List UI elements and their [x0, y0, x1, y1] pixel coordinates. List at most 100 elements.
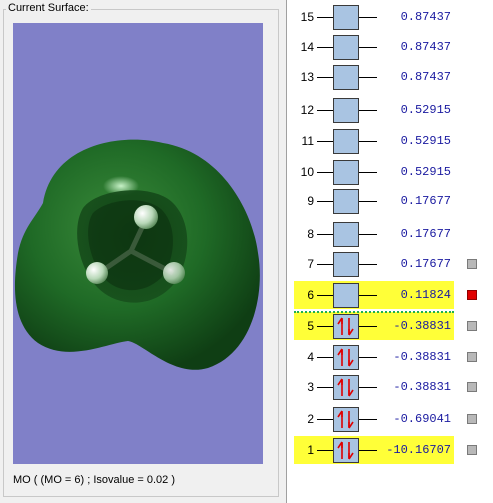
mo-selected-marker[interactable]	[467, 290, 477, 300]
mo-number: 12	[300, 103, 314, 117]
mo-level-line	[317, 110, 333, 111]
mo-level-box[interactable]	[333, 160, 359, 185]
mo-select-marker[interactable]	[467, 445, 477, 455]
mo-select-marker[interactable]	[467, 259, 477, 269]
mo-row[interactable]: 1 -10.16707	[287, 436, 493, 469]
mo-energy: -0.38831	[393, 319, 451, 333]
surface-caption: MO ( (MO = 6) ; Isovalue = 0.02 )	[13, 474, 175, 486]
mo-energy: 0.17677	[400, 227, 451, 241]
mo-level-line	[359, 450, 377, 451]
mo-energy: 0.52915	[400, 103, 451, 117]
mo-level-line	[317, 77, 333, 78]
mo-energy: 0.52915	[400, 165, 451, 179]
mo-row[interactable]: 9 0.17677	[287, 187, 493, 220]
mo-level-box[interactable]	[333, 5, 359, 30]
mo-level-box[interactable]	[333, 345, 359, 370]
mo-number: 2	[307, 412, 314, 426]
mo-level-line	[317, 357, 333, 358]
mo-level-box[interactable]	[333, 407, 359, 432]
mo-energy: -10.16707	[386, 443, 451, 457]
mo-level-line	[317, 172, 333, 173]
mo-number: 14	[300, 40, 314, 54]
mo-level-box[interactable]	[333, 438, 359, 463]
mo-row[interactable]: 7 0.17677	[287, 250, 493, 283]
mo-level-box[interactable]	[333, 222, 359, 247]
mo-energy: -0.69041	[393, 412, 451, 426]
mo-number: 10	[300, 165, 314, 179]
mo-level-line	[359, 141, 377, 142]
mo-level-line	[359, 326, 377, 327]
mo-level-box[interactable]	[333, 65, 359, 90]
mo-energy: -0.38831	[393, 380, 451, 394]
mo-level-line	[317, 47, 333, 48]
mo-level-line	[359, 264, 377, 265]
mo-number: 8	[307, 227, 314, 241]
mo-energy: 0.87437	[400, 10, 451, 24]
mo-level-line	[317, 234, 333, 235]
surface-panel-title: Current Surface:	[6, 2, 91, 15]
mo-level-line	[317, 17, 333, 18]
mo-energy: 0.87437	[400, 70, 451, 84]
mo-level-box[interactable]	[333, 98, 359, 123]
mo-level-line	[359, 387, 377, 388]
mo-level-line	[359, 110, 377, 111]
mo-number: 3	[307, 380, 314, 394]
mo-level-box[interactable]	[333, 35, 359, 60]
mo-energy: 0.17677	[400, 194, 451, 208]
mo-energy: 0.11824	[400, 288, 451, 302]
mo-level-box[interactable]	[333, 375, 359, 400]
mo-level-line	[317, 295, 333, 296]
homo-lumo-divider	[294, 311, 454, 313]
mo-level-line	[359, 172, 377, 173]
mo-row[interactable]: 11 0.52915	[287, 127, 493, 160]
mo-level-line	[359, 295, 377, 296]
mo-row[interactable]: 14 0.87437	[287, 33, 493, 66]
mo-level-box[interactable]	[333, 283, 359, 308]
mo-row[interactable]: 8 0.17677	[287, 220, 493, 253]
mo-level-line	[317, 450, 333, 451]
mo-level-line	[317, 141, 333, 142]
mo-select-marker[interactable]	[467, 321, 477, 331]
mo-level-line	[317, 201, 333, 202]
mo-number: 1	[307, 443, 314, 457]
mo-energy-diagram: 15 0.87437 14 0.87437 13 0.87437 12 0.52915 11 0.…	[286, 0, 493, 503]
mo-level-line	[317, 387, 333, 388]
mo-energy: 0.17677	[400, 257, 451, 271]
mo-row[interactable]: 3 -0.38831	[287, 373, 493, 406]
mo-row[interactable]: 4 -0.38831	[287, 343, 493, 376]
surface-panel: Current Surface: MO ((MO = 6) ; Isovalu…	[0, 0, 283, 503]
mo-level-line	[359, 201, 377, 202]
mo-level-box[interactable]	[333, 129, 359, 154]
mo-number: 9	[307, 194, 314, 208]
mo-level-line	[317, 264, 333, 265]
molecule-viewport[interactable]	[13, 23, 263, 464]
orbital-surface-render	[14, 139, 260, 370]
mo-row[interactable]: 15 0.87437	[287, 3, 493, 36]
mo-level-box[interactable]	[333, 189, 359, 214]
mo-select-marker[interactable]	[467, 352, 477, 362]
mo-row[interactable]: 12 0.52915	[287, 96, 493, 129]
mo-level-box[interactable]	[333, 314, 359, 339]
mo-level-line	[317, 326, 333, 327]
mo-level-line	[359, 357, 377, 358]
mo-number: 6	[307, 288, 314, 302]
mo-row[interactable]: 2 -0.69041	[287, 405, 493, 438]
mo-level-line	[359, 419, 377, 420]
mo-number: 13	[300, 70, 314, 84]
mo-energy: -0.38831	[393, 350, 451, 364]
mo-level-line	[359, 77, 377, 78]
mo-level-box[interactable]	[333, 252, 359, 277]
mo-energy: 0.87437	[400, 40, 451, 54]
mo-number: 5	[307, 319, 314, 333]
mo-number: 4	[307, 350, 314, 364]
mo-row[interactable]: 5 -0.38831	[287, 312, 493, 345]
mo-select-marker[interactable]	[467, 382, 477, 392]
mo-row[interactable]: 13 0.87437	[287, 63, 493, 96]
mo-row[interactable]: 6 0.11824	[287, 281, 493, 314]
mo-energy: 0.52915	[400, 134, 451, 148]
mo-number: 11	[301, 134, 314, 148]
mo-number: 7	[307, 257, 314, 271]
mo-number: 15	[300, 10, 314, 24]
mo-select-marker[interactable]	[467, 414, 477, 424]
mo-level-line	[317, 419, 333, 420]
